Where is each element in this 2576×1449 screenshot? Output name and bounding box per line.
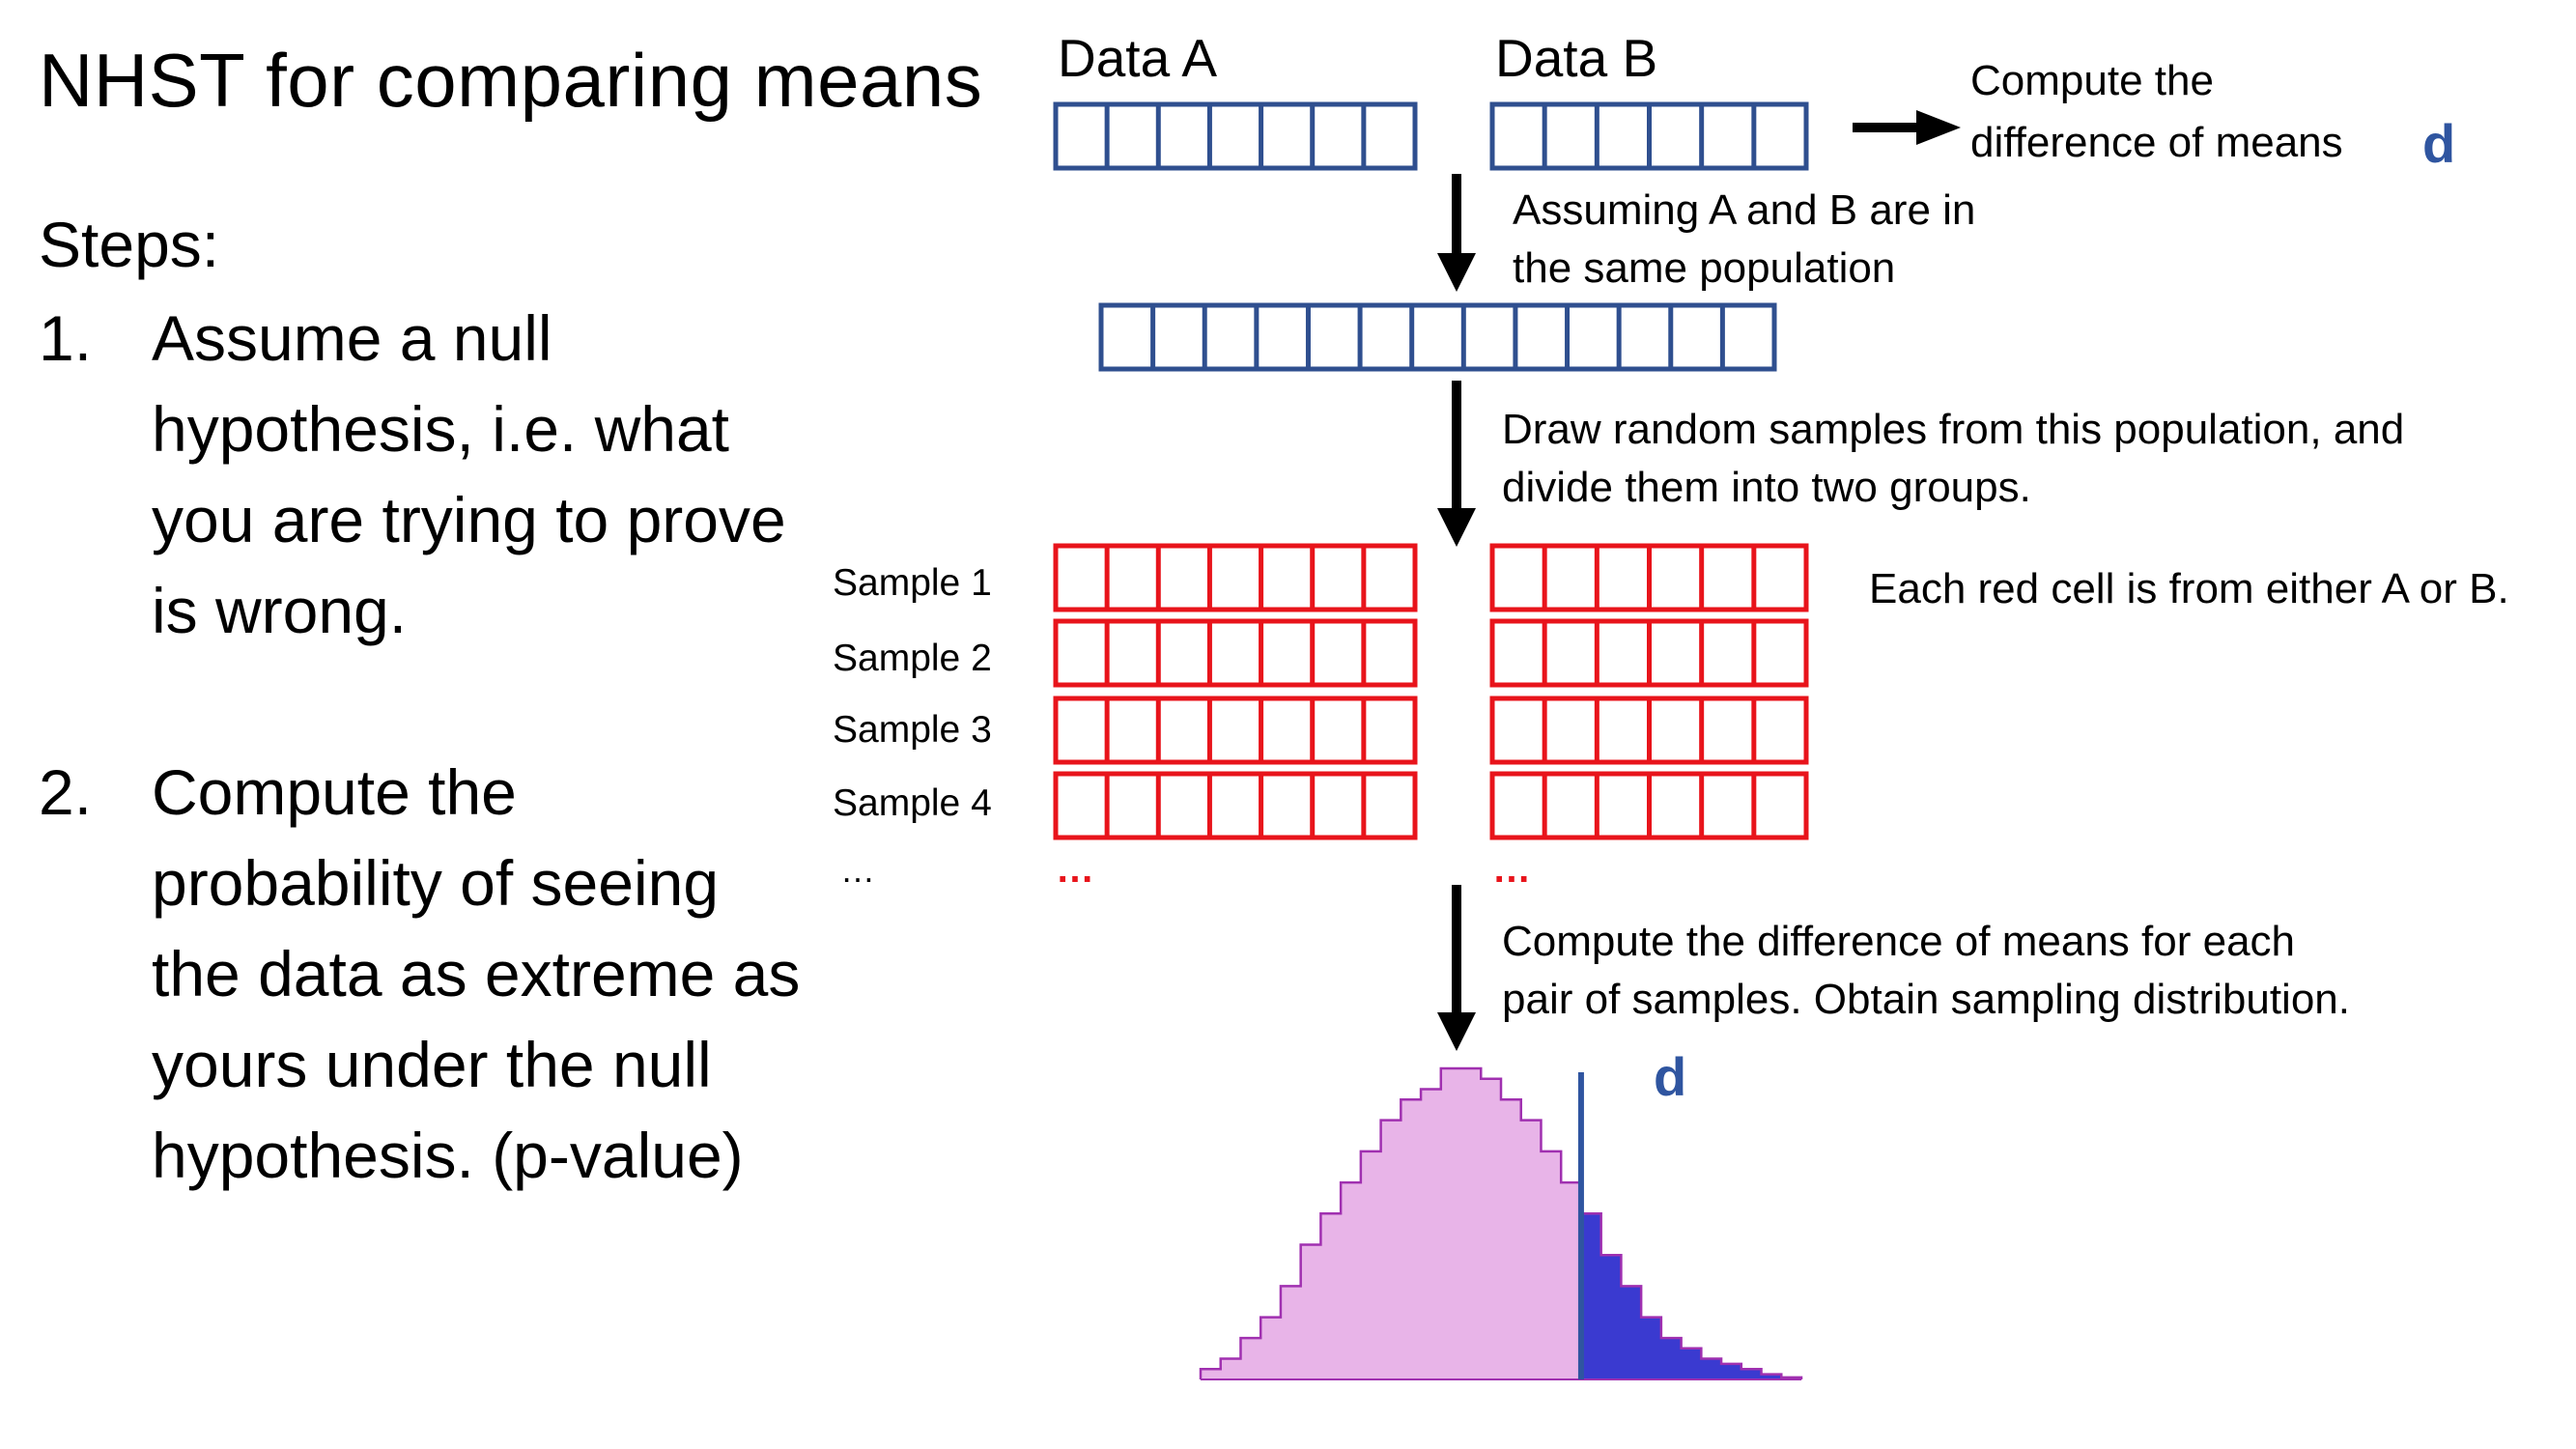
sample-1-group-b-cells [1489, 543, 1809, 612]
sample-3-group-a-cells-outline [1053, 696, 1418, 765]
sample-3-group-b-cells [1489, 696, 1809, 765]
histogram-bar [1741, 1369, 1763, 1379]
histogram-bar [1220, 1358, 1242, 1379]
histogram-bar [1360, 1151, 1382, 1379]
sample-2-group-a-cells-outline [1053, 618, 1418, 688]
arrow-to-compute-diff-head [1916, 110, 1961, 145]
arrow-to-samples-head [1437, 508, 1476, 547]
arrow-to-population-head [1437, 253, 1476, 292]
arrow-to-histogram-head [1437, 1012, 1476, 1051]
histogram-bar [1260, 1317, 1282, 1379]
histogram-bar [1520, 1120, 1543, 1379]
histogram-bar [1621, 1286, 1642, 1379]
histogram-bar [1380, 1120, 1401, 1379]
population-cells [1098, 302, 1777, 372]
sample-2-group-b-cells [1489, 618, 1809, 688]
histogram-bar [1681, 1348, 1702, 1379]
histogram-bar [1641, 1317, 1662, 1379]
histogram-bar [1421, 1089, 1442, 1379]
histogram-bar [1300, 1244, 1321, 1379]
histogram-bar [1541, 1151, 1562, 1379]
sample-3-group-a-cells [1053, 696, 1418, 765]
sample-4-group-b-cells [1489, 771, 1809, 840]
histogram-bar [1280, 1286, 1302, 1379]
sampling-distribution-histogram [1199, 1066, 1803, 1380]
population-cells-outline [1098, 302, 1777, 372]
histogram-bar [1481, 1078, 1502, 1379]
sample-1-group-a-cells-outline [1053, 543, 1418, 612]
flow-arrows [1437, 110, 1961, 1051]
box-rows [1053, 101, 1809, 840]
diagram-graphics [1053, 101, 1961, 1380]
sample-2-group-a-cells [1053, 618, 1418, 688]
histogram-bar [1721, 1363, 1742, 1379]
arrow-to-population [1437, 174, 1476, 292]
data-a-cells [1053, 101, 1418, 171]
sample-1-group-a-cells [1053, 543, 1418, 612]
histogram-bar [1701, 1358, 1722, 1379]
arrow-to-compute-diff [1853, 110, 1961, 145]
arrow-to-samples [1437, 381, 1476, 547]
sample-4-group-a-cells [1053, 771, 1418, 840]
sample-4-group-a-cells-outline [1053, 771, 1418, 840]
data-b-cells [1489, 101, 1809, 171]
histogram-bar [1501, 1099, 1522, 1379]
histogram-bar [1320, 1213, 1342, 1379]
histogram-bar [1240, 1338, 1261, 1379]
histogram-bar [1600, 1255, 1622, 1379]
histogram-bar [1201, 1369, 1222, 1379]
histogram-bar [1401, 1099, 1422, 1379]
histogram-bar [1440, 1068, 1462, 1379]
histogram-bar [1580, 1213, 1602, 1379]
histogram-bar [1460, 1068, 1482, 1379]
histogram-bar [1660, 1338, 1683, 1379]
arrow-to-histogram [1437, 885, 1476, 1051]
data-a-cells-outline [1053, 101, 1418, 171]
histogram-bar [1341, 1182, 1362, 1379]
